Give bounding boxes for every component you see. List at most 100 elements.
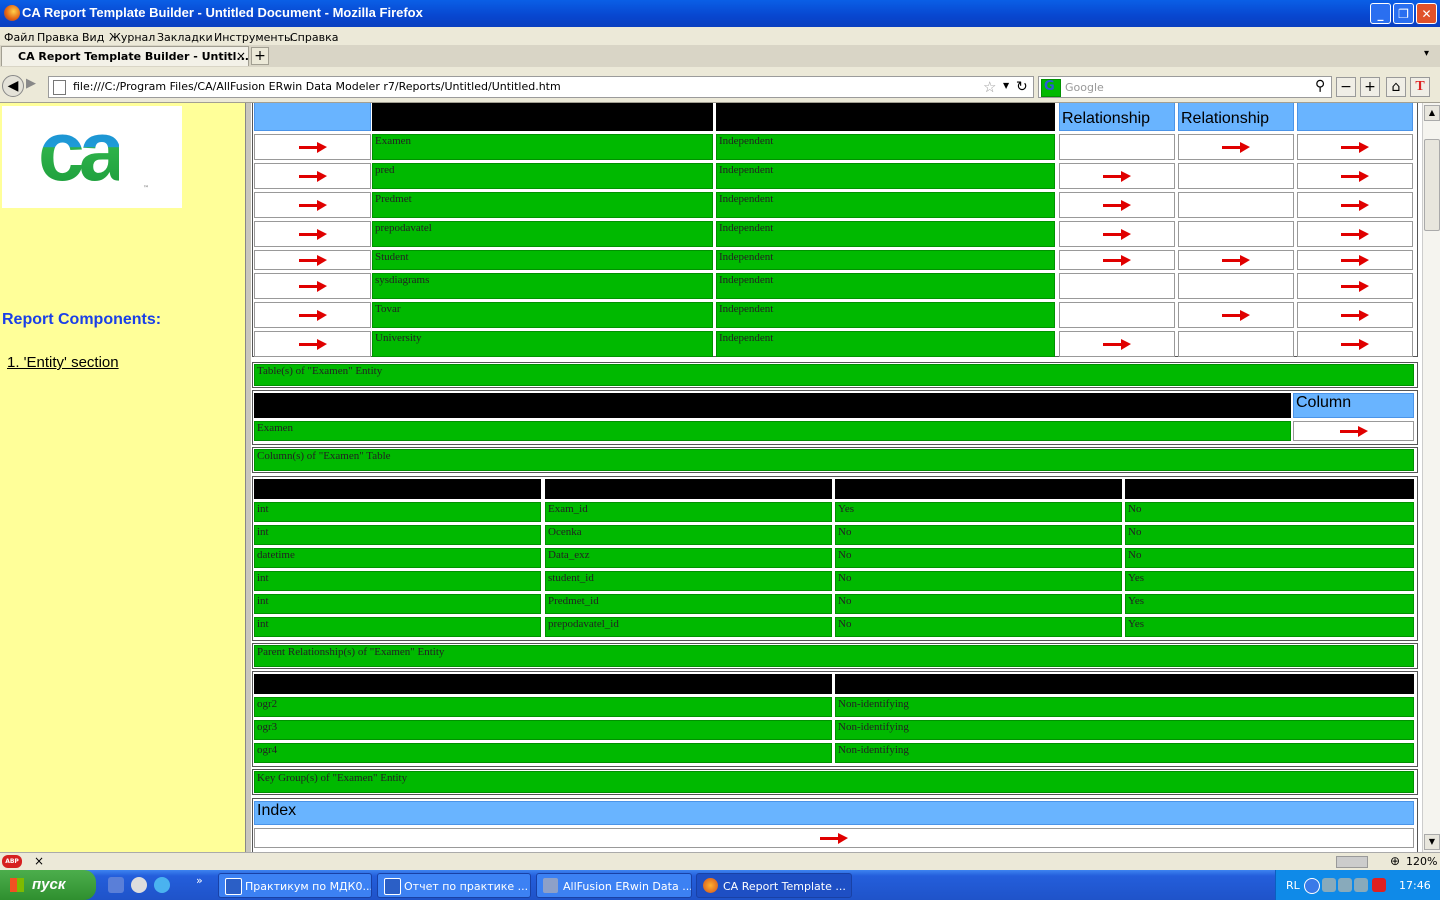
- tray-network-icon-3[interactable]: [1354, 878, 1368, 892]
- url-text: file:///C:/Program Files/CA/AllFusion ER…: [73, 80, 561, 93]
- columns-header-black: [545, 479, 832, 499]
- arrow-link-icon[interactable]: [1103, 200, 1131, 211]
- menu-view[interactable]: Вид: [82, 31, 104, 44]
- entity-section-link[interactable]: 1. 'Entity' section: [7, 354, 119, 371]
- zoom-in-button[interactable]: +: [1360, 77, 1380, 97]
- google-icon[interactable]: G: [1041, 79, 1061, 97]
- vertical-scrollbar[interactable]: ▲ ▼: [1422, 103, 1440, 852]
- taskbar: пуск » Практикум по МДК0... Отчет по пра…: [0, 870, 1440, 900]
- arrow-link-icon[interactable]: [1103, 229, 1131, 240]
- task-erwin[interactable]: AllFusion ERwin Data ...: [536, 873, 692, 898]
- arrow-link-icon[interactable]: [298, 339, 327, 350]
- parent-row-cell: ogr4: [254, 743, 832, 763]
- back-button[interactable]: ◀: [2, 75, 24, 97]
- adblock-icon[interactable]: ABP: [2, 855, 22, 868]
- menu-help[interactable]: Справка: [290, 31, 338, 44]
- zoom-icon[interactable]: ⊕: [1390, 854, 1400, 868]
- close-addon-bar-icon[interactable]: ×: [34, 854, 44, 868]
- menu-bookmarks[interactable]: Закладки: [157, 31, 213, 44]
- search-bar[interactable]: G Google ⚲: [1038, 76, 1332, 98]
- restore-button[interactable]: ❐: [1393, 3, 1414, 24]
- arrow-link-icon[interactable]: [820, 833, 848, 844]
- new-tab-button[interactable]: +: [251, 47, 269, 65]
- quicklaunch-browser-icon[interactable]: [131, 877, 147, 893]
- arrow-link-icon[interactable]: [1341, 229, 1369, 240]
- entity-parent-cell: [1178, 163, 1294, 189]
- quicklaunch-more-icon[interactable]: »: [196, 874, 206, 890]
- start-button[interactable]: пуск: [0, 870, 96, 900]
- menu-history[interactable]: Журнал: [109, 31, 155, 44]
- close-window-button[interactable]: ✕: [1416, 3, 1437, 24]
- forward-button[interactable]: ▶: [26, 76, 36, 91]
- columns-row-cell: No: [835, 594, 1122, 614]
- arrow-link-icon[interactable]: [1103, 255, 1131, 266]
- clock: 17:46: [1399, 879, 1431, 892]
- bookmark-star-icon[interactable]: ☆: [983, 78, 996, 96]
- columns-header-black: [835, 479, 1122, 499]
- arrow-link-icon[interactable]: [1222, 310, 1250, 321]
- scroll-up-icon[interactable]: ▲: [1424, 105, 1440, 121]
- entity-header-black-1: [372, 103, 713, 131]
- arrow-link-icon[interactable]: [298, 171, 327, 182]
- tab-list-icon[interactable]: ▾: [1424, 48, 1429, 59]
- tray-antivirus-icon[interactable]: [1372, 878, 1386, 892]
- entity-header-child: Relationship: [1059, 103, 1175, 131]
- quicklaunch-desktop-icon[interactable]: [108, 877, 124, 893]
- entity-type-cell: Independent: [716, 163, 1055, 189]
- status-addon-icon[interactable]: [1336, 856, 1368, 868]
- menu-edit[interactable]: Правка: [37, 31, 79, 44]
- arrow-link-icon[interactable]: [298, 281, 327, 292]
- arrow-link-icon[interactable]: [1341, 142, 1369, 153]
- tray-back-icon[interactable]: [1304, 878, 1320, 894]
- arrow-link-icon[interactable]: [1341, 310, 1369, 321]
- arrow-link-icon[interactable]: [1341, 339, 1369, 350]
- search-icon[interactable]: ⚲: [1315, 78, 1325, 94]
- quicklaunch-download-icon[interactable]: [154, 877, 170, 893]
- arrow-link-icon[interactable]: [1341, 171, 1369, 182]
- arrow-link-icon[interactable]: [298, 310, 327, 321]
- start-label: пуск: [32, 876, 66, 893]
- arrow-link-icon[interactable]: [1222, 142, 1250, 153]
- ca-logo-mark: ca: [38, 104, 125, 198]
- home-button[interactable]: ⌂: [1386, 77, 1406, 97]
- zoom-out-button[interactable]: −: [1336, 77, 1356, 97]
- task-word-1[interactable]: Практикум по МДК0...: [218, 873, 372, 898]
- windows-flag-icon: [10, 878, 24, 892]
- entity-parent-cell: [1178, 192, 1294, 218]
- minimize-button[interactable]: _: [1370, 3, 1391, 24]
- scroll-down-icon[interactable]: ▼: [1424, 834, 1440, 850]
- url-dropdown-icon[interactable]: ▼: [1003, 81, 1009, 90]
- tray-network-icon-2[interactable]: [1338, 878, 1352, 892]
- arrow-link-icon[interactable]: [1222, 255, 1250, 266]
- tables-header-black: [254, 393, 1291, 418]
- arrow-link-icon[interactable]: [298, 142, 327, 153]
- columns-row-cell: int: [254, 502, 541, 522]
- reload-icon[interactable]: ↻: [1016, 79, 1028, 95]
- arrow-link-icon[interactable]: [298, 255, 327, 266]
- scroll-thumb[interactable]: [1424, 139, 1440, 231]
- arrow-link-icon[interactable]: [298, 200, 327, 211]
- zoom-level: 120%: [1406, 855, 1438, 868]
- task-firefox[interactable]: CA Report Template ...: [696, 873, 852, 898]
- tab-active[interactable]: CA Report Template Builder - Untitl... ×: [1, 46, 249, 66]
- language-indicator[interactable]: RL: [1286, 879, 1300, 892]
- entity-parent-cell: [1178, 331, 1294, 357]
- translate-icon[interactable]: T: [1410, 77, 1430, 97]
- tab-close-icon[interactable]: ×: [236, 49, 246, 63]
- arrow-link-icon[interactable]: [1341, 281, 1369, 292]
- tray-network-icon[interactable]: [1322, 878, 1336, 892]
- menu-tools[interactable]: Инструменты: [214, 31, 293, 44]
- entity-type-cell: Independent: [716, 331, 1055, 357]
- arrow-link-icon[interactable]: [1103, 339, 1131, 350]
- task-word-2[interactable]: Отчет по практике ...: [377, 873, 531, 898]
- menu-file[interactable]: Файл: [4, 31, 34, 44]
- entity-header-parent: Relationship: [1178, 103, 1294, 131]
- entity-type-cell: Independent: [716, 134, 1055, 160]
- arrow-link-icon[interactable]: [1341, 200, 1369, 211]
- arrow-link-icon[interactable]: [1339, 426, 1368, 437]
- arrow-link-icon[interactable]: [298, 229, 327, 240]
- arrow-link-icon[interactable]: [1341, 255, 1369, 266]
- title-bar: CA Report Template Builder - Untitled Do…: [0, 0, 1440, 27]
- url-bar[interactable]: file:///C:/Program Files/CA/AllFusion ER…: [48, 76, 1034, 98]
- arrow-link-icon[interactable]: [1103, 171, 1131, 182]
